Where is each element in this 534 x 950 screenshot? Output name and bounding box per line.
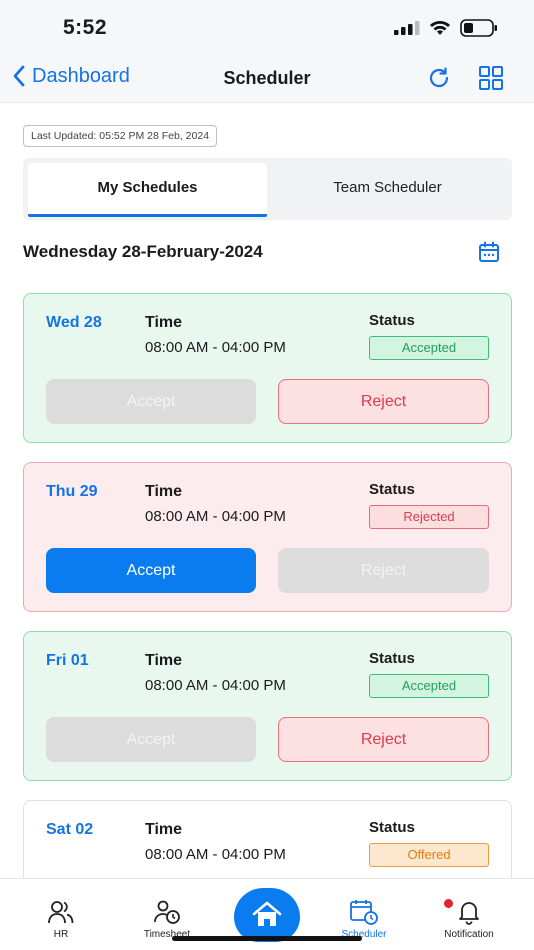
schedule-card: Thu 29 Time 08:00 AM - 04:00 PM Status R… bbox=[23, 462, 512, 612]
status-badge: Rejected bbox=[369, 505, 489, 529]
tab-team-scheduler[interactable]: Team Scheduler bbox=[268, 163, 507, 217]
notification-badge bbox=[444, 899, 453, 908]
reject-button[interactable]: Reject bbox=[278, 548, 489, 593]
last-updated-badge: Last Updated: 05:52 PM 28 Feb, 2024 bbox=[23, 125, 218, 147]
tab-notification[interactable]: Notification bbox=[416, 899, 522, 940]
users-icon bbox=[48, 901, 74, 924]
tab-timesheet[interactable]: Timesheet bbox=[114, 899, 220, 940]
wifi-icon bbox=[430, 21, 450, 35]
shift-time: 08:00 AM - 04:00 PM bbox=[145, 339, 286, 356]
home-icon bbox=[252, 901, 282, 926]
reject-button[interactable]: Reject bbox=[278, 717, 489, 762]
time-label: Time bbox=[145, 483, 183, 500]
status-label: Status bbox=[369, 481, 415, 498]
schedule-card: Fri 01 Time 08:00 AM - 04:00 PM Status A… bbox=[23, 631, 512, 781]
accept-button[interactable]: Accept bbox=[46, 548, 256, 593]
calendar-clock-icon bbox=[350, 900, 378, 925]
user-clock-icon bbox=[154, 900, 180, 924]
schedule-card: Wed 28 Time 08:00 AM - 04:00 PM Status A… bbox=[23, 293, 512, 443]
navigation-bar: Dashboard Scheduler bbox=[0, 56, 534, 103]
cellular-signal-icon bbox=[394, 21, 420, 35]
reject-button[interactable]: Reject bbox=[278, 379, 489, 424]
status-bar: 5:52 bbox=[0, 0, 534, 56]
refresh-icon[interactable] bbox=[426, 65, 452, 91]
status-time: 5:52 bbox=[63, 16, 108, 39]
schedule-day: Fri 01 bbox=[46, 652, 89, 669]
tab-hr-label: HR bbox=[53, 929, 69, 940]
accept-button[interactable]: Accept bbox=[46, 379, 256, 424]
selected-date-heading: Wednesday 28-February-2024 bbox=[23, 242, 263, 261]
nav-actions bbox=[426, 65, 504, 91]
tab-hr[interactable]: HR bbox=[8, 899, 114, 940]
tab-notification-label: Notification bbox=[444, 929, 494, 940]
home-button[interactable] bbox=[234, 888, 300, 942]
schedule-day: Thu 29 bbox=[46, 483, 98, 500]
tab-my-schedules[interactable]: My Schedules bbox=[28, 163, 267, 217]
calendar-icon[interactable] bbox=[478, 241, 500, 263]
status-badge: Offered bbox=[369, 843, 489, 867]
shift-time: 08:00 AM - 04:00 PM bbox=[145, 508, 286, 525]
schedule-tabs: My Schedules Team Scheduler bbox=[23, 158, 512, 220]
shift-time: 08:00 AM - 04:00 PM bbox=[145, 846, 286, 863]
accept-button[interactable]: Accept bbox=[46, 717, 256, 762]
schedule-day: Wed 28 bbox=[46, 314, 102, 331]
status-badge: Accepted bbox=[369, 674, 489, 698]
status-icons bbox=[394, 19, 498, 37]
shift-time: 08:00 AM - 04:00 PM bbox=[145, 677, 286, 694]
schedule-day: Sat 02 bbox=[46, 821, 94, 838]
time-label: Time bbox=[145, 821, 183, 838]
home-indicator bbox=[172, 936, 362, 941]
battery-icon bbox=[460, 19, 497, 37]
status-label: Status bbox=[369, 650, 415, 667]
bell-icon bbox=[459, 902, 479, 925]
status-badge: Accepted bbox=[369, 336, 489, 360]
time-label: Time bbox=[145, 314, 183, 331]
time-label: Time bbox=[145, 652, 183, 669]
grid-view-icon[interactable] bbox=[478, 65, 504, 91]
status-label: Status bbox=[369, 312, 415, 329]
status-label: Status bbox=[369, 819, 415, 836]
tab-scheduler[interactable]: Scheduler bbox=[311, 899, 417, 940]
